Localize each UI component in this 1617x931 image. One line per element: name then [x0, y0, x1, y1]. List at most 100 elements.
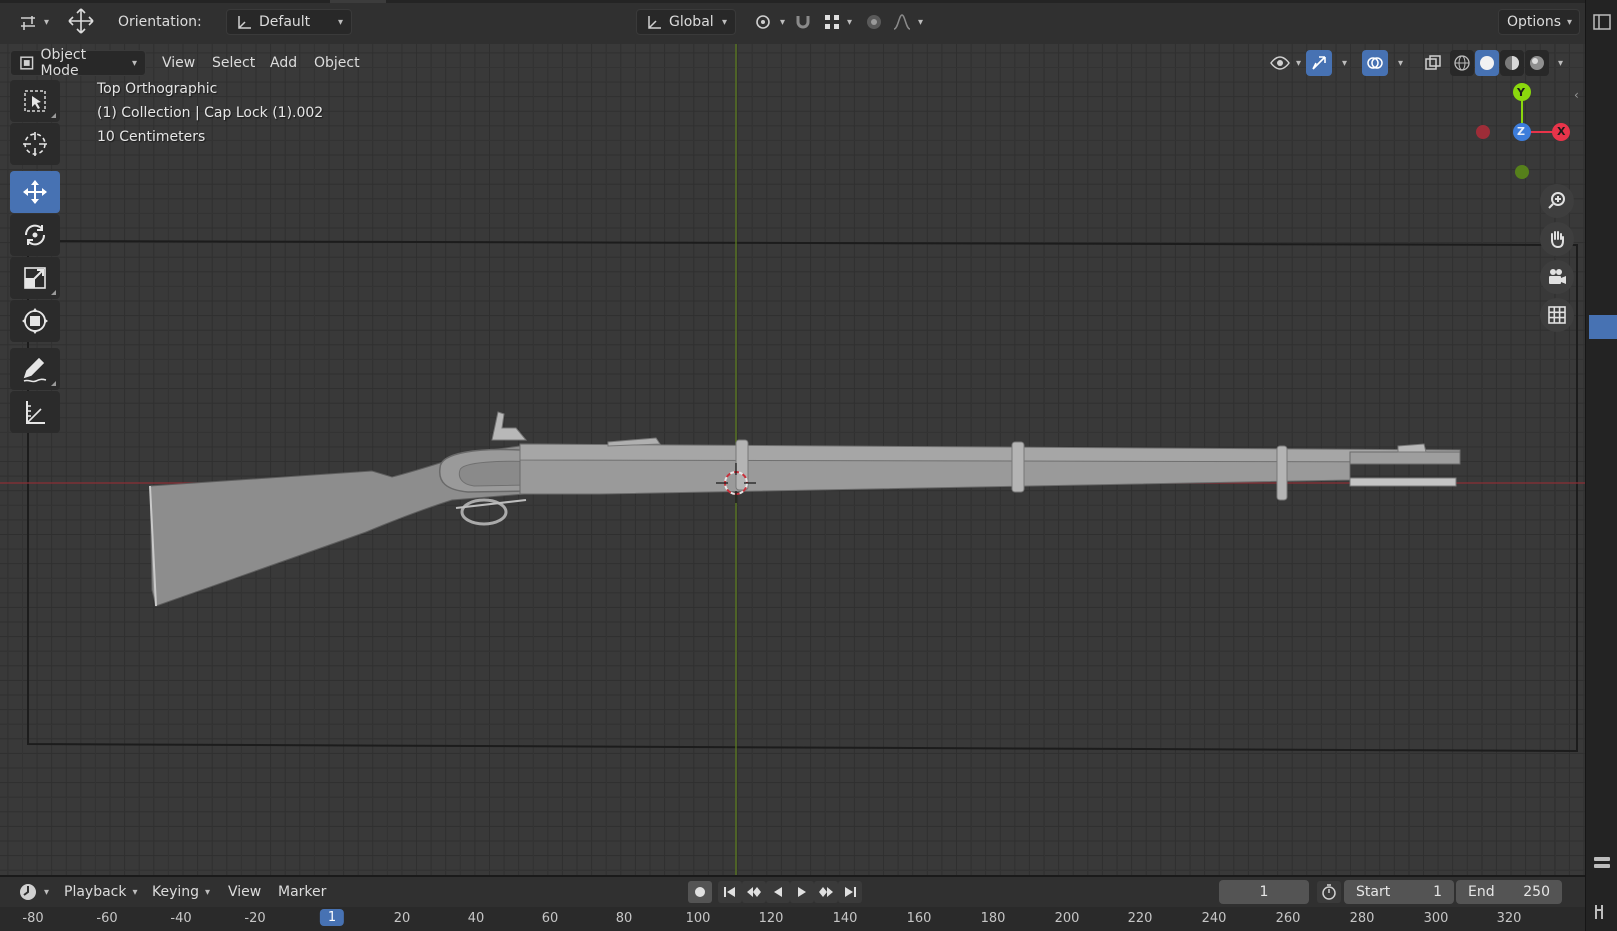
axes-icon: [238, 16, 251, 29]
gizmo-dropdown[interactable]: ▾: [1334, 50, 1355, 76]
use-preview-range-button[interactable]: [1317, 881, 1341, 903]
shading-material[interactable]: [1500, 50, 1524, 76]
options-dropdown[interactable]: Options ▾: [1498, 9, 1580, 35]
tool-shelf: [10, 80, 62, 434]
options-label: Options: [1507, 14, 1562, 30]
ruler-tick: 60: [541, 911, 559, 926]
timeline-ruler[interactable]: -80 -60 -40 -20 1 20 40 60 80 100 120 14…: [0, 907, 1585, 931]
ruler-tick: 200: [1054, 911, 1080, 926]
current-frame-field[interactable]: 1: [1219, 880, 1309, 904]
play-icon: [798, 887, 806, 897]
object-mode-dropdown[interactable]: Object Mode ▾: [10, 47, 146, 79]
tool-measure[interactable]: [10, 391, 60, 433]
cursor-icon: [23, 132, 47, 156]
menu-object[interactable]: Object: [306, 50, 368, 76]
transform-icon: [22, 308, 48, 334]
tool-select-box[interactable]: [10, 80, 60, 122]
zoom-button[interactable]: [1540, 184, 1574, 218]
play-reverse-button[interactable]: [766, 881, 790, 903]
rifle-model[interactable]: [149, 411, 1461, 607]
shading-rendered[interactable]: [1525, 50, 1549, 76]
sidebar-toggle-icon[interactable]: ‹: [1574, 88, 1579, 102]
ruler-tick: 320: [1496, 911, 1522, 926]
menu-view[interactable]: View: [154, 50, 203, 76]
menu-keying[interactable]: Keying ▾: [144, 879, 218, 905]
xray-toggle[interactable]: [1420, 50, 1446, 76]
viewport-header: Object Mode ▾ View Select Add Object ▾ ▾…: [0, 44, 1585, 79]
end-label: End: [1468, 884, 1495, 900]
overlays-toggle[interactable]: [1362, 50, 1388, 76]
ruler-tick: 100: [685, 911, 711, 926]
grid-snap-icon: [825, 15, 839, 29]
visibility-dropdown[interactable]: ▾: [1262, 50, 1309, 76]
end-frame-field[interactable]: End 250: [1456, 880, 1562, 904]
outliner-icon[interactable]: [1592, 854, 1612, 872]
auto-keying-button[interactable]: [688, 881, 712, 903]
material-sphere-icon: [1505, 56, 1519, 70]
orientation-dropdown[interactable]: Default ▾: [226, 9, 352, 35]
timeline-header: ▾ Playback ▾ Keying ▾ View Marker 1 Star…: [0, 877, 1585, 907]
jump-end-icon: [845, 887, 856, 897]
ruler-tick: 260: [1275, 911, 1301, 926]
transform-editor-icon: [21, 16, 35, 30]
jump-keyframe-forward-button[interactable]: [814, 881, 838, 903]
chevron-down-icon: ▾: [1342, 57, 1348, 69]
ruler-icon: [26, 401, 45, 424]
tool-scale[interactable]: [10, 257, 60, 299]
shading-dropdown[interactable]: ▾: [1550, 50, 1571, 76]
pivot-value: Global: [669, 14, 714, 30]
3d-viewport[interactable]: Y Z X Top Orthographic (1) Collection | …: [0, 44, 1585, 875]
chevron-down-icon: ▾: [44, 16, 50, 28]
ruler-tick: -20: [244, 911, 266, 926]
object-mode-label: Object Mode: [40, 47, 87, 79]
gizmo-toggle[interactable]: [1306, 50, 1332, 76]
timeline-editor-type-button[interactable]: ▾: [10, 879, 57, 905]
camera-view-button[interactable]: [1540, 260, 1574, 294]
perspective-toggle-button[interactable]: [1540, 298, 1574, 332]
properties-icon[interactable]: [1592, 13, 1612, 31]
pan-button[interactable]: [1540, 222, 1574, 256]
rotate-icon: [24, 224, 46, 246]
zoom-icon: [1548, 192, 1565, 209]
tool-annotate[interactable]: [10, 348, 60, 390]
play-button[interactable]: [790, 881, 814, 903]
chevron-down-icon: ▾: [1558, 57, 1564, 69]
menu-add[interactable]: Add: [262, 50, 305, 76]
keyframe-forward-icon: [819, 887, 833, 897]
start-frame-field[interactable]: Start 1: [1344, 880, 1454, 904]
jump-keyframe-back-button[interactable]: [742, 881, 766, 903]
move-gizmo-icon[interactable]: [58, 8, 104, 34]
collection-info: (1) Collection | Cap Lock (1).002: [97, 105, 324, 121]
menu-playback[interactable]: Playback ▾: [56, 879, 146, 905]
orientation-label: Orientation:: [118, 14, 202, 30]
camera-icon: [1549, 269, 1566, 284]
chevron-down-icon: ▾: [44, 886, 50, 898]
overlays-dropdown[interactable]: ▾: [1390, 50, 1411, 76]
shading-solid[interactable]: [1475, 50, 1499, 76]
ruler-tick: 240: [1201, 911, 1227, 926]
jump-end-button[interactable]: [838, 881, 862, 903]
tools-icon[interactable]: [1592, 903, 1612, 921]
tool-rotate[interactable]: [10, 214, 60, 256]
ruler-tick: 180: [980, 911, 1006, 926]
tool-move[interactable]: [10, 171, 60, 213]
menu-timeline-view[interactable]: View: [220, 879, 269, 905]
ruler-tick: 280: [1349, 911, 1375, 926]
view-name: Top Orthographic: [97, 81, 218, 97]
shading-wireframe[interactable]: [1450, 50, 1474, 76]
menu-select[interactable]: Select: [204, 50, 263, 76]
start-label: Start: [1356, 884, 1391, 900]
menu-marker[interactable]: Marker: [270, 879, 334, 905]
tool-transform[interactable]: [10, 300, 60, 342]
transform-orientation-dropdown[interactable]: Global ▾: [636, 9, 736, 35]
current-frame-indicator[interactable]: 1: [319, 909, 345, 926]
falloff-dropdown[interactable]: ▾: [884, 9, 931, 35]
ruler-tick: -80: [22, 911, 44, 926]
tool-cursor[interactable]: [10, 123, 60, 165]
snap-target-dropdown[interactable]: ▾: [815, 9, 860, 35]
editor-type-button[interactable]: ▾: [10, 9, 57, 35]
chevron-down-icon: ▾: [918, 16, 924, 28]
sidebar-tab-highlight[interactable]: [1589, 315, 1617, 339]
gizmo-z-label: Z: [1517, 125, 1525, 138]
jump-start-button[interactable]: [718, 881, 742, 903]
